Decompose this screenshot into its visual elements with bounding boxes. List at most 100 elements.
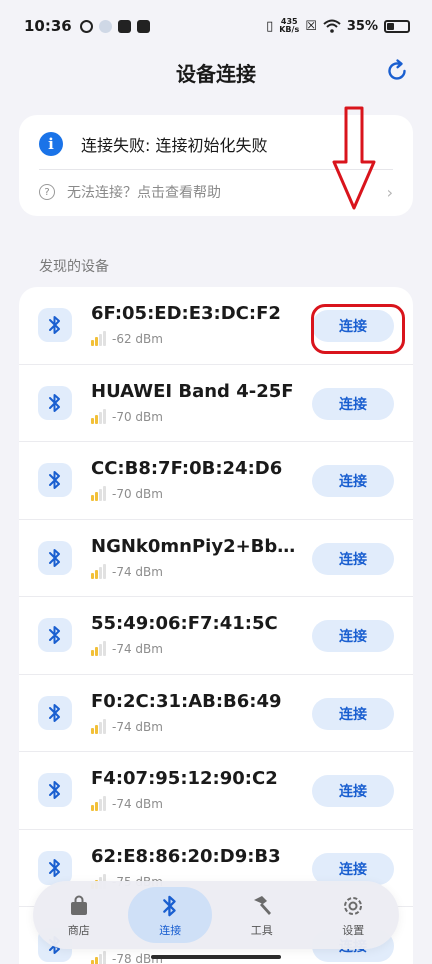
page-title: 设备连接: [176, 61, 256, 86]
app-header: 设备连接: [0, 52, 432, 92]
device-name: F0:2C:31:AB:B6:49: [91, 690, 282, 712]
device-name: NGNk0mnPiy2+BbFj…: [91, 535, 306, 557]
refresh-button[interactable]: [382, 56, 412, 86]
device-item: NGNk0mnPiy2+BbFj… -74 dBm 连接: [19, 520, 413, 597]
signal-strength-icon: [91, 641, 106, 656]
signal-bar: [95, 414, 98, 424]
signal-bar: [99, 411, 102, 424]
signal-bar: [91, 495, 94, 501]
connect-button[interactable]: 连接: [312, 697, 394, 730]
device-signal: -74 dBm: [91, 796, 163, 811]
bluetooth-badge: [38, 850, 72, 885]
connect-button[interactable]: 连接: [312, 620, 394, 652]
signal-bar: [95, 492, 98, 501]
connect-button[interactable]: 连接: [312, 852, 394, 885]
device-rssi: -70 dBm: [112, 487, 163, 501]
device-item: HUAWEI Band 4-25F -70 dBm 连接: [19, 365, 413, 442]
signal-bar: [99, 954, 102, 964]
signal-strength-icon: [91, 796, 106, 811]
nav-icon: [340, 893, 366, 919]
signal-bar: [95, 957, 98, 964]
vibrate-icon: ▯: [266, 18, 274, 34]
status-bar: 10:36 ▯ 435 KB/s ☒ 35%: [0, 0, 432, 52]
hammer-icon: [253, 895, 271, 915]
signal-bar: [99, 721, 102, 734]
device-item: F0:2C:31:AB:B6:49 -74 dBm 连接: [19, 675, 413, 752]
signal-bar: [99, 334, 102, 346]
signal-bar: [99, 799, 102, 811]
signal-bar: [103, 718, 106, 734]
signal-strength-icon: [91, 486, 106, 501]
signal-strength-icon: [91, 951, 106, 964]
device-signal: -74 dBm: [91, 718, 163, 734]
home-indicator: [151, 955, 281, 959]
nav-label: 商店: [67, 923, 90, 937]
device-item: 55:49:06:F7:41:5C -74 dBm 连接: [19, 597, 413, 675]
signal-bar: [103, 408, 106, 424]
chevron-right-icon: ›: [386, 182, 393, 202]
section-label: 发现的设备: [39, 259, 109, 275]
bluetooth-icon: [49, 471, 60, 489]
bluetooth-icon: [49, 316, 60, 334]
signal-bar: [99, 644, 102, 656]
bluetooth-icon: [49, 548, 60, 567]
bluetooth-badge: [38, 463, 72, 497]
bluetooth-icon: [49, 703, 60, 722]
refresh-icon: [388, 59, 406, 80]
nav-label: 连接: [159, 923, 182, 937]
nav-label: 设置: [342, 923, 365, 937]
signal-bar: [95, 802, 98, 811]
device-rssi: -74 dBm: [112, 719, 163, 734]
nav-icon: [157, 893, 183, 919]
signal-bar: [99, 566, 102, 579]
device-rssi: -62 dBm: [112, 332, 163, 346]
bluetooth-badge: [38, 618, 72, 652]
bag-icon: [70, 895, 87, 915]
no-sim-icon: ☒: [305, 18, 317, 34]
app-notification-icon: [98, 19, 112, 33]
signal-bar: [91, 960, 94, 964]
signal-bar: [91, 805, 94, 811]
device-rssi: -74 dBm: [112, 797, 163, 811]
bottom-nav: 商店 连接 工具 设置: [33, 881, 399, 949]
signal-bar: [91, 572, 94, 579]
signal-bar: [95, 569, 98, 579]
device-signal: -74 dBm: [91, 563, 163, 579]
battery-icon: [384, 19, 410, 33]
annotation-arrow: [332, 106, 376, 210]
connect-button[interactable]: 连接: [312, 387, 394, 420]
connect-button[interactable]: 连接: [312, 310, 394, 342]
bluetooth-icon: [49, 858, 60, 877]
signal-bar: [103, 331, 106, 346]
bluetooth-icon: [49, 393, 60, 412]
nav-item-hammer[interactable]: 工具: [216, 881, 308, 949]
device-item: F4:07:95:12:90:C2 -74 dBm 连接: [19, 752, 413, 830]
bluetooth-icon: [49, 626, 60, 644]
connect-button[interactable]: 连接: [312, 465, 394, 497]
device-name: CC:B8:7F:0B:24:D6: [91, 458, 283, 479]
signal-bar: [99, 489, 102, 501]
connect-button[interactable]: 连接: [312, 775, 394, 807]
device-name: F4:07:95:12:90:C2: [91, 768, 278, 789]
signal-bar: [95, 647, 98, 656]
nav-label: 工具: [250, 923, 273, 937]
bluetooth-badge: [38, 695, 72, 730]
signal-strength-icon: [91, 408, 106, 424]
mail-icon: [117, 19, 131, 33]
signal-bar: [103, 951, 106, 964]
device-rssi: -74 dBm: [112, 564, 163, 579]
nav-item-gear[interactable]: 设置: [308, 881, 400, 949]
device-name: 55:49:06:F7:41:5C: [91, 613, 278, 634]
device-item: 6F:05:ED:E3:DC:F2 -62 dBm 连接: [19, 287, 413, 365]
signal-bar: [103, 641, 106, 656]
help-text: 无法连接？点击查看帮助: [67, 185, 221, 201]
signal-bar: [103, 796, 106, 811]
signal-bar: [91, 340, 94, 346]
connect-button[interactable]: 连接: [312, 542, 394, 575]
nav-item-bluetooth[interactable]: 连接: [125, 881, 217, 949]
status-time: 10:36: [24, 17, 72, 35]
network-speed: 435 KB/s: [279, 17, 300, 34]
gear-icon: [344, 896, 363, 915]
nav-item-bag[interactable]: 商店: [33, 881, 125, 949]
device-rssi: -74 dBm: [112, 642, 163, 656]
